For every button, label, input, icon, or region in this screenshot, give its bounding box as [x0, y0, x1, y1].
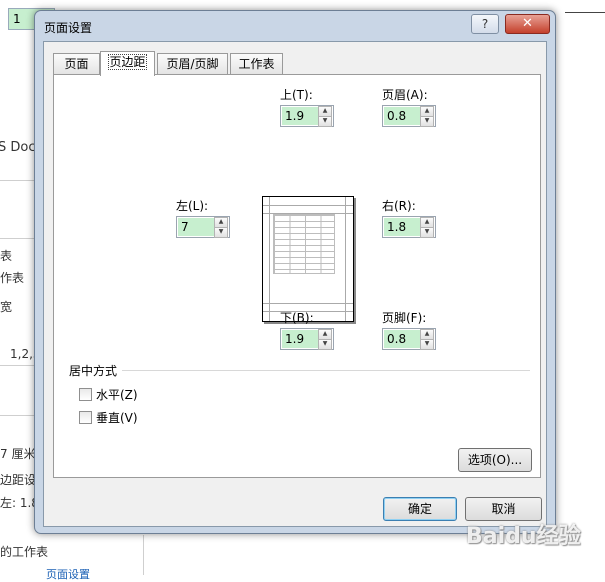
help-button[interactable]: ?	[471, 14, 499, 34]
options-button[interactable]: 选项(O)...	[458, 448, 532, 472]
vertical-checkbox[interactable]	[79, 411, 92, 424]
tab-margins-label: 页边距	[108, 54, 147, 70]
horizontal-label[interactable]: 水平(Z)	[96, 386, 138, 403]
tab-page[interactable]: 页面	[53, 53, 100, 74]
header-margin-label: 页眉(A):	[382, 88, 428, 102]
bottom-margin-spinner[interactable]: 1.9 ▲ ▼	[280, 328, 334, 350]
bottom-margin-label: 下(B):	[280, 311, 314, 325]
center-group-label: 居中方式	[69, 364, 118, 378]
footer-margin-spinner[interactable]: 0.8 ▲ ▼	[382, 328, 436, 350]
dialog-client-area: 页面 页边距 页眉/页脚 工作表 上(T): 1.9 ▲ ▼ 页眉(A): 0.…	[43, 41, 547, 527]
left-margin-spinner[interactable]: 7 ▲ ▼	[176, 216, 230, 238]
background-cell-value: 1	[13, 12, 21, 26]
background-sheet-label: 表	[0, 249, 13, 263]
top-margin-label: 上(T):	[280, 88, 313, 102]
bottom-margin-value[interactable]: 1.9	[282, 330, 318, 348]
left-margin-label: 左(L):	[176, 199, 209, 213]
background-side-char: 宽	[0, 300, 13, 314]
spin-down-icon[interactable]: ▼	[420, 227, 434, 238]
background-doc-label: S Doc	[0, 140, 36, 155]
spin-down-icon[interactable]: ▼	[318, 339, 332, 350]
background-page-setup-link[interactable]: 页面设置	[46, 566, 90, 582]
vertical-label[interactable]: 垂直(V)	[96, 409, 138, 426]
footer-margin-label: 页脚(F):	[382, 311, 427, 325]
background-margin-setting: 边距设	[0, 473, 37, 487]
spin-down-icon[interactable]: ▼	[420, 116, 434, 127]
tab-header-footer-label: 页眉/页脚	[166, 57, 219, 71]
left-margin-value[interactable]: 7	[178, 218, 214, 236]
background-worksheet: 的工作表	[0, 545, 49, 559]
spin-down-icon[interactable]: ▼	[318, 116, 332, 127]
spin-down-icon[interactable]: ▼	[420, 339, 434, 350]
page-preview	[262, 196, 354, 322]
right-margin-value[interactable]: 1.8	[384, 218, 420, 236]
right-margin-spinner[interactable]: 1.8 ▲ ▼	[382, 216, 436, 238]
tab-header-footer[interactable]: 页眉/页脚	[157, 53, 228, 74]
footer-margin-value[interactable]: 0.8	[384, 330, 420, 348]
page-setup-dialog: 页面设置 ? ✕ 页面 页边距 页眉/页脚 工作表 上(T): 1.9 ▲ ▼ …	[34, 10, 556, 534]
header-margin-spinner[interactable]: 0.8 ▲ ▼	[382, 105, 436, 127]
tab-page-label: 页面	[64, 57, 89, 71]
top-margin-spinner[interactable]: 1.9 ▲ ▼	[280, 105, 334, 127]
margins-panel: 上(T): 1.9 ▲ ▼ 页眉(A): 0.8 ▲ ▼ 左(L): 7 ▲ ▼…	[53, 74, 541, 478]
center-group-divider	[122, 370, 530, 371]
top-margin-value[interactable]: 1.9	[282, 107, 318, 125]
watermark: Baidu经验	[466, 524, 581, 549]
ok-button[interactable]: 确定	[383, 497, 457, 521]
preview-grid	[273, 214, 335, 274]
header-margin-value[interactable]: 0.8	[384, 107, 420, 125]
horizontal-checkbox[interactable]	[79, 388, 92, 401]
dialog-title: 页面设置	[44, 21, 93, 35]
background-sheet-label-2: 作表	[0, 271, 25, 285]
close-button[interactable]: ✕	[505, 14, 550, 34]
right-margin-label: 右(R):	[382, 199, 416, 213]
tab-worksheet-label: 工作表	[238, 57, 275, 71]
tab-worksheet[interactable]: 工作表	[230, 53, 283, 74]
spin-down-icon[interactable]: ▼	[214, 227, 228, 238]
background-cm: 7 厘米	[0, 447, 36, 461]
tab-margins[interactable]: 页边距	[100, 51, 155, 76]
